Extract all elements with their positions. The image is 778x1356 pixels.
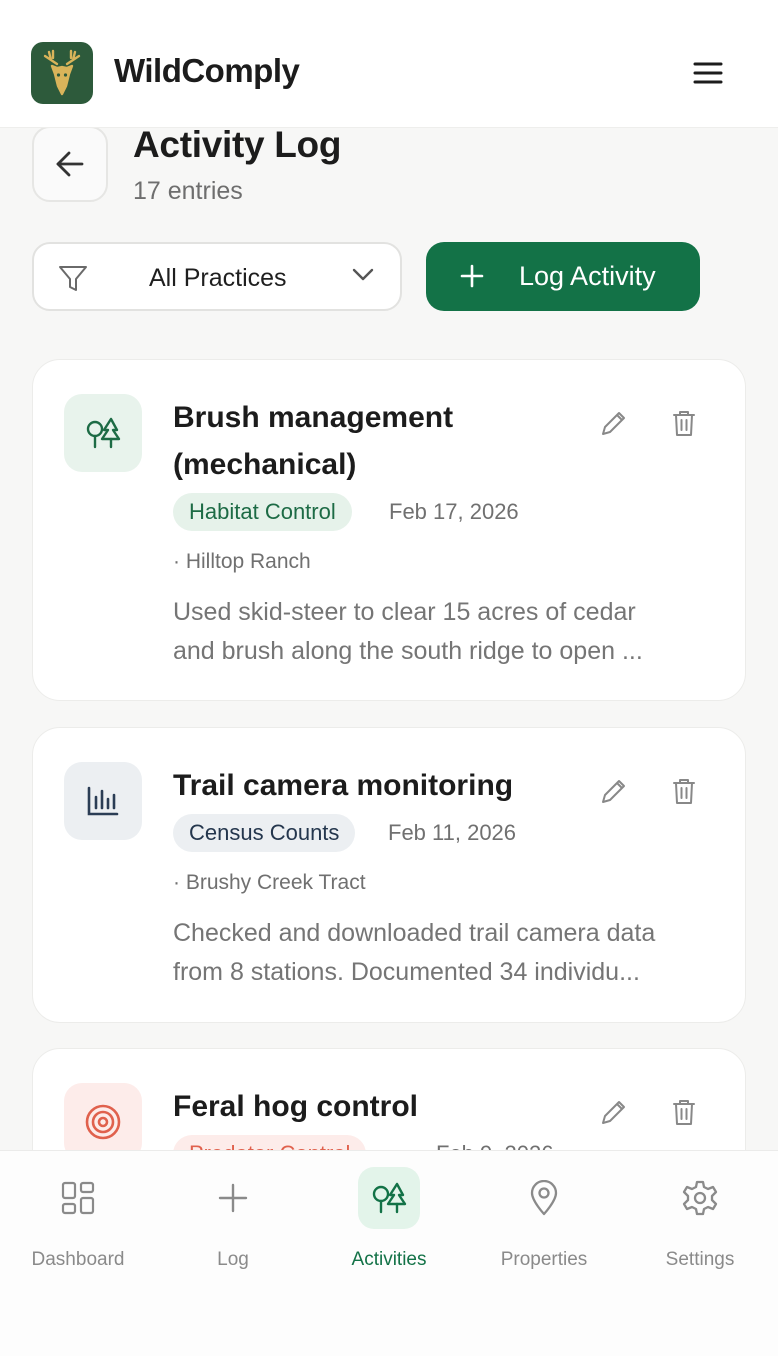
description-line: from 8 stations. Documented 34 individu.… <box>173 958 640 986</box>
activity-title-line: Brush management <box>173 401 454 434</box>
activity-card[interactable]: Brush management (mechanical) Habitat Co… <box>32 359 746 701</box>
page-title: Activity Log <box>133 124 342 165</box>
trees-icon <box>86 417 121 449</box>
entry-count: 17 entries <box>133 177 243 205</box>
bottom-nav: Dashboard Log Activities Properties Sett… <box>0 1150 778 1356</box>
bar-chart-icon <box>87 786 119 816</box>
description-line: Used skid-steer to clear 15 acres of ced… <box>173 598 636 626</box>
trash-icon[interactable] <box>669 408 699 438</box>
edit-icon[interactable] <box>599 1097 629 1127</box>
activity-title: Brush management (mechanical) <box>173 394 513 488</box>
deer-icon <box>43 49 81 96</box>
activity-title: Feral hog control <box>173 1090 419 1123</box>
category-badge: Habitat Control <box>173 493 352 531</box>
trash-icon[interactable] <box>669 1097 699 1127</box>
grid-icon <box>47 1167 109 1229</box>
edit-icon[interactable] <box>599 408 629 438</box>
nav-label: Activities <box>351 1249 427 1270</box>
app-name: WildComply <box>114 52 300 89</box>
chevron-down-icon <box>352 268 374 281</box>
nav-label: Properties <box>500 1249 588 1270</box>
nav-label: Dashboard <box>31 1249 125 1270</box>
activity-date: Feb 11, 2026 <box>388 820 517 845</box>
edit-icon[interactable] <box>599 776 629 806</box>
activity-location: · Brushy Creek Tract <box>173 871 366 894</box>
nav-item-settings[interactable]: Settings <box>625 1167 775 1277</box>
hamburger-icon <box>693 62 723 84</box>
back-button[interactable] <box>32 126 108 202</box>
activity-title: Trail camera monitoring <box>173 769 514 802</box>
nav-label: Settings <box>665 1249 735 1270</box>
activity-description: Used skid-steer to clear 15 acres of ced… <box>173 593 718 671</box>
practice-filter-select[interactable]: All Practices <box>32 242 402 311</box>
activity-icon-tile <box>64 762 142 840</box>
trash-icon[interactable] <box>669 776 699 806</box>
nav-item-log[interactable]: Log <box>158 1167 308 1277</box>
activity-title-line: (mechanical) <box>173 448 357 481</box>
trees-icon <box>358 1167 420 1229</box>
plus-icon <box>460 264 484 288</box>
activity-date: Feb 17, 2026 <box>389 499 519 524</box>
map-pin-icon <box>513 1167 575 1229</box>
filter-label: All Practices <box>149 264 287 292</box>
activity-icon-tile <box>64 394 142 472</box>
plus-icon <box>202 1167 264 1229</box>
nav-item-dashboard[interactable]: Dashboard <box>3 1167 153 1277</box>
target-icon <box>85 1104 121 1140</box>
activity-card[interactable]: Trail camera monitoring Census Counts Fe… <box>32 727 746 1023</box>
activity-location: · Hilltop Ranch <box>173 550 311 573</box>
filter-icon <box>59 266 87 291</box>
description-line: Checked and downloaded trail camera data <box>173 919 656 947</box>
log-activity-button[interactable]: Log Activity <box>426 242 700 311</box>
nav-item-properties[interactable]: Properties <box>469 1167 619 1277</box>
app-header: WildComply <box>0 0 778 128</box>
description-line: and brush along the south ridge to open … <box>173 637 643 665</box>
nav-item-activities[interactable]: Activities <box>314 1167 464 1277</box>
nav-label: Log <box>217 1249 249 1270</box>
arrow-left-icon <box>56 151 84 177</box>
gear-icon <box>669 1167 731 1229</box>
menu-button[interactable] <box>688 56 728 90</box>
app-logo[interactable] <box>31 42 93 104</box>
log-activity-label: Log Activity <box>519 261 656 291</box>
activity-description: Checked and downloaded trail camera data… <box>173 914 718 992</box>
category-badge: Census Counts <box>173 814 356 852</box>
